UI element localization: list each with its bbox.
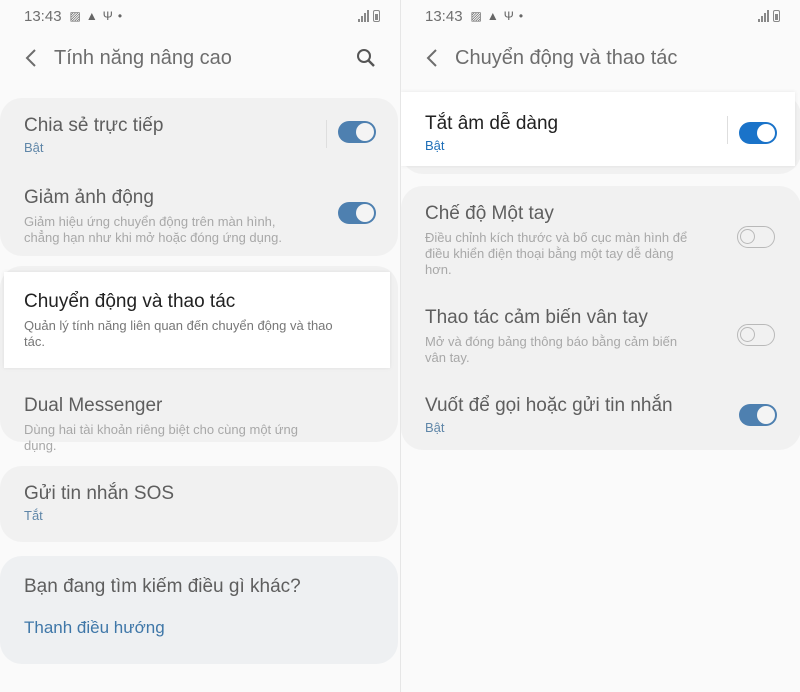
usb-icon: Ψ xyxy=(503,9,514,23)
reduce-animations-toggle[interactable] xyxy=(338,202,376,224)
setting-reduce-animations[interactable]: Giảm ảnh động Giảm hiệu ứng chuyển động … xyxy=(24,186,318,246)
motions-gestures-screen: 13:43 ▨ ▲ Ψ • Chuyển động và thao tác Tắ… xyxy=(400,0,800,692)
setting-one-handed-mode[interactable]: Chế độ Một tay Điều chỉnh kích thước và … xyxy=(425,202,721,278)
swipe-to-call-toggle[interactable] xyxy=(739,404,777,426)
warning-icon: ▲ xyxy=(85,9,98,23)
finger-sensor-gestures-toggle[interactable] xyxy=(737,324,775,346)
warning-icon: ▲ xyxy=(486,9,499,23)
setting-title: Chuyển động và thao tác xyxy=(24,291,236,312)
status-bar: 13:43 ▨ ▲ Ψ • xyxy=(0,0,400,32)
help-card: Bạn đang tìm kiếm điều gì khác? Thanh đi… xyxy=(0,556,398,664)
setting-direct-share[interactable]: Chia sẻ trực tiếp Bật xyxy=(24,114,318,155)
setting-title: Chia sẻ trực tiếp xyxy=(24,115,164,136)
setting-status: Tắt xyxy=(24,508,43,523)
app-header: Chuyển động và thao tác xyxy=(401,32,800,84)
easy-mute-toggle[interactable] xyxy=(739,122,777,144)
image-icon: ▨ xyxy=(470,9,482,23)
app-header: Tính năng nâng cao xyxy=(0,32,400,84)
highlighted-motions-gestures[interactable]: Chuyển động và thao tác Quản lý tính năn… xyxy=(4,272,390,368)
help-title: Bạn đang tìm kiếm điều gì khác? xyxy=(24,576,301,597)
back-icon[interactable] xyxy=(423,47,441,69)
setting-title: Dual Messenger xyxy=(24,395,163,416)
setting-send-sos[interactable]: Gửi tin nhắn SOS Tắt xyxy=(24,482,318,523)
settings-card: Chế độ Một tay Điều chỉnh kích thước và … xyxy=(401,186,800,450)
status-bar: 13:43 ▨ ▲ Ψ • xyxy=(401,0,800,32)
signal-icon xyxy=(358,10,369,22)
one-handed-mode-toggle[interactable] xyxy=(737,226,775,248)
signal-icon xyxy=(758,10,769,22)
setting-title: Tắt âm dễ dàng xyxy=(425,113,559,134)
setting-easy-mute[interactable]: Tắt âm dễ dàng Bật xyxy=(425,112,715,153)
back-icon[interactable] xyxy=(22,47,40,69)
navigation-bar-link[interactable]: Thanh điều hướng xyxy=(24,618,165,638)
page-title: Tính năng nâng cao xyxy=(54,46,232,69)
setting-status: Bật xyxy=(425,420,445,435)
setting-description: Quản lý tính năng liên quan đến chuyển đ… xyxy=(24,318,333,349)
setting-title: Vuốt để gọi hoặc gửi tin nhắn xyxy=(425,395,673,416)
setting-swipe-to-call[interactable]: Vuốt để gọi hoặc gửi tin nhắn Bật xyxy=(425,394,721,435)
setting-motions-gestures[interactable]: Chuyển động và thao tác Quản lý tính năn… xyxy=(24,290,370,350)
setting-description: Dùng hai tài khoản riêng biệt cho cùng m… xyxy=(24,422,298,453)
dot-icon: • xyxy=(518,9,524,23)
usb-icon: Ψ xyxy=(102,9,113,23)
advanced-features-screen: 13:43 ▨ ▲ Ψ • Tính năng nâng cao Chia sẻ… xyxy=(0,0,400,692)
image-icon: ▨ xyxy=(69,9,81,23)
divider xyxy=(727,116,728,144)
setting-status: Bật xyxy=(24,140,44,155)
status-time: 13:43 xyxy=(24,7,62,25)
setting-title: Thao tác cảm biến vân tay xyxy=(425,307,648,328)
setting-dual-messenger[interactable]: Dual Messenger Dùng hai tài khoản riêng … xyxy=(24,394,318,454)
highlighted-easy-mute[interactable]: Tắt âm dễ dàng Bật xyxy=(401,92,795,166)
setting-status: Bật xyxy=(425,138,445,153)
battery-icon xyxy=(773,10,780,22)
setting-description: Mở và đóng bảng thông báo bằng cảm biến … xyxy=(425,334,678,365)
settings-card: Chia sẻ trực tiếp Bật Giảm ảnh động Giảm… xyxy=(0,98,398,256)
screenshot-pair: 13:43 ▨ ▲ Ψ • Tính năng nâng cao Chia sẻ… xyxy=(0,0,800,692)
settings-card: Gửi tin nhắn SOS Tắt xyxy=(0,466,398,542)
setting-finger-sensor-gestures[interactable]: Thao tác cảm biến vân tay Mở và đóng bản… xyxy=(425,306,721,366)
status-time: 13:43 xyxy=(425,7,463,25)
search-icon[interactable] xyxy=(354,46,378,70)
battery-icon xyxy=(373,10,380,22)
setting-title: Giảm ảnh động xyxy=(24,187,154,208)
setting-description: Giảm hiệu ứng chuyển động trên màn hình,… xyxy=(24,214,282,245)
divider xyxy=(326,120,327,148)
dot-icon: • xyxy=(117,9,123,23)
setting-title: Chế độ Một tay xyxy=(425,203,554,224)
setting-title: Gửi tin nhắn SOS xyxy=(24,483,175,504)
page-title: Chuyển động và thao tác xyxy=(455,46,678,69)
setting-description: Điều chỉnh kích thước và bố cục màn hình… xyxy=(425,230,688,277)
direct-share-toggle[interactable] xyxy=(338,121,376,143)
